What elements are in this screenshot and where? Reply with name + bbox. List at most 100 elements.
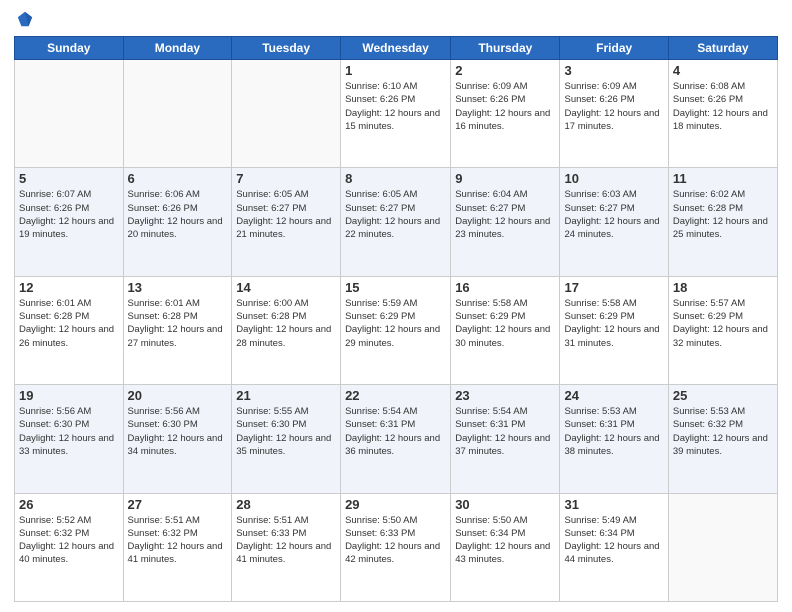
calendar-cell: 30Sunrise: 5:50 AM Sunset: 6:34 PM Dayli… (451, 493, 560, 601)
day-number: 31 (564, 497, 663, 512)
calendar-cell (15, 60, 124, 168)
day-info: Sunrise: 5:51 AM Sunset: 6:32 PM Dayligh… (128, 514, 228, 567)
calendar-cell (123, 60, 232, 168)
calendar-cell: 21 Sunrise: 5:55 AM Sunset: 6:30 PM Dayli… (232, 385, 341, 493)
day-info: Sunrise: 6:06 AM Sunset: 6:26 PM Dayligh… (128, 188, 228, 241)
day-number: 13 (128, 280, 228, 295)
weekday-header-row: SundayMondayTuesdayWednesdayThursdayFrid… (15, 37, 778, 60)
calendar-week-row: 19 Sunrise: 5:56 AM Sunset: 6:30 PM Dayli… (15, 385, 778, 493)
day-number: 25 (673, 388, 773, 403)
calendar-cell: 31 Sunrise: 5:49 AM Sunset: 6:34 PM Dayli… (560, 493, 668, 601)
calendar-cell: 18 Sunrise: 5:57 AM Sunset: 6:29 PM Dayli… (668, 276, 777, 384)
day-info: Sunrise: 5:55 AM Sunset: 6:30 PM Dayligh… (236, 405, 336, 458)
calendar-week-row: 12 Sunrise: 6:01 AM Sunset: 6:28 PM Dayli… (15, 276, 778, 384)
calendar-cell: 16 Sunrise: 5:58 AM Sunset: 6:29 PM Dayli… (451, 276, 560, 384)
calendar-cell: 29Sunrise: 5:50 AM Sunset: 6:33 PM Dayli… (341, 493, 451, 601)
calendar-cell: 6 Sunrise: 6:06 AM Sunset: 6:26 PM Daylig… (123, 168, 232, 276)
weekday-header: Saturday (668, 37, 777, 60)
calendar-cell: 19 Sunrise: 5:56 AM Sunset: 6:30 PM Dayli… (15, 385, 124, 493)
day-number: 11 (673, 171, 773, 186)
day-number: 16 (455, 280, 555, 295)
calendar-cell: 13 Sunrise: 6:01 AM Sunset: 6:28 PM Dayli… (123, 276, 232, 384)
day-info: Sunrise: 5:56 AM Sunset: 6:30 PM Dayligh… (19, 405, 119, 458)
day-info: Sunrise: 5:57 AM Sunset: 6:29 PM Dayligh… (673, 297, 773, 350)
calendar-cell (232, 60, 341, 168)
day-info: Sunrise: 6:05 AM Sunset: 6:27 PM Dayligh… (345, 188, 446, 241)
day-info: Sunrise: 6:01 AM Sunset: 6:28 PM Dayligh… (128, 297, 228, 350)
day-number: 20 (128, 388, 228, 403)
day-number: 28 (236, 497, 336, 512)
day-number: 7 (236, 171, 336, 186)
day-info: Sunrise: 5:56 AM Sunset: 6:30 PM Dayligh… (128, 405, 228, 458)
day-number: 9 (455, 171, 555, 186)
weekday-header: Sunday (15, 37, 124, 60)
calendar-cell: 2Sunrise: 6:09 AM Sunset: 6:26 PM Daylig… (451, 60, 560, 168)
calendar-cell: 22 Sunrise: 5:54 AM Sunset: 6:31 PM Dayli… (341, 385, 451, 493)
weekday-header: Thursday (451, 37, 560, 60)
day-number: 6 (128, 171, 228, 186)
calendar-cell: 11 Sunrise: 6:02 AM Sunset: 6:28 PM Dayli… (668, 168, 777, 276)
calendar-cell: 1 Sunrise: 6:10 AM Sunset: 6:26 PM Daylig… (341, 60, 451, 168)
day-info: Sunrise: 6:05 AM Sunset: 6:27 PM Dayligh… (236, 188, 336, 241)
header (14, 10, 778, 28)
calendar-cell: 3 Sunrise: 6:09 AM Sunset: 6:26 PM Daylig… (560, 60, 668, 168)
logo (14, 10, 38, 28)
calendar-cell: 24Sunrise: 5:53 AM Sunset: 6:31 PM Dayli… (560, 385, 668, 493)
calendar-cell: 20 Sunrise: 5:56 AM Sunset: 6:30 PM Dayli… (123, 385, 232, 493)
day-number: 12 (19, 280, 119, 295)
calendar-cell: 15 Sunrise: 5:59 AM Sunset: 6:29 PM Dayli… (341, 276, 451, 384)
day-info: Sunrise: 5:50 AM Sunset: 6:33 PM Dayligh… (345, 514, 446, 567)
day-info: Sunrise: 6:07 AM Sunset: 6:26 PM Dayligh… (19, 188, 119, 241)
day-info: Sunrise: 5:54 AM Sunset: 6:31 PM Dayligh… (455, 405, 555, 458)
day-info: Sunrise: 5:51 AM Sunset: 6:33 PM Dayligh… (236, 514, 336, 567)
calendar-week-row: 1 Sunrise: 6:10 AM Sunset: 6:26 PM Daylig… (15, 60, 778, 168)
calendar-cell (668, 493, 777, 601)
calendar-cell: 8 Sunrise: 6:05 AM Sunset: 6:27 PM Daylig… (341, 168, 451, 276)
day-info: Sunrise: 5:59 AM Sunset: 6:29 PM Dayligh… (345, 297, 446, 350)
weekday-header: Monday (123, 37, 232, 60)
calendar-cell: 9Sunrise: 6:04 AM Sunset: 6:27 PM Daylig… (451, 168, 560, 276)
day-info: Sunrise: 5:52 AM Sunset: 6:32 PM Dayligh… (19, 514, 119, 567)
day-number: 18 (673, 280, 773, 295)
calendar-cell: 5 Sunrise: 6:07 AM Sunset: 6:26 PM Daylig… (15, 168, 124, 276)
calendar-cell: 4Sunrise: 6:08 AM Sunset: 6:26 PM Daylig… (668, 60, 777, 168)
calendar-cell: 27 Sunrise: 5:51 AM Sunset: 6:32 PM Dayli… (123, 493, 232, 601)
day-info: Sunrise: 5:49 AM Sunset: 6:34 PM Dayligh… (564, 514, 663, 567)
calendar-cell: 17 Sunrise: 5:58 AM Sunset: 6:29 PM Dayli… (560, 276, 668, 384)
weekday-header: Friday (560, 37, 668, 60)
day-info: Sunrise: 5:54 AM Sunset: 6:31 PM Dayligh… (345, 405, 446, 458)
calendar-table: SundayMondayTuesdayWednesdayThursdayFrid… (14, 36, 778, 602)
day-number: 14 (236, 280, 336, 295)
day-number: 19 (19, 388, 119, 403)
day-number: 1 (345, 63, 446, 78)
day-info: Sunrise: 5:53 AM Sunset: 6:32 PM Dayligh… (673, 405, 773, 458)
calendar-cell: 25 Sunrise: 5:53 AM Sunset: 6:32 PM Dayli… (668, 385, 777, 493)
day-number: 17 (564, 280, 663, 295)
calendar-week-row: 26 Sunrise: 5:52 AM Sunset: 6:32 PM Dayli… (15, 493, 778, 601)
day-number: 4 (673, 63, 773, 78)
page: SundayMondayTuesdayWednesdayThursdayFrid… (0, 0, 792, 612)
day-number: 26 (19, 497, 119, 512)
day-number: 22 (345, 388, 446, 403)
day-number: 5 (19, 171, 119, 186)
calendar-cell: 26 Sunrise: 5:52 AM Sunset: 6:32 PM Dayli… (15, 493, 124, 601)
day-info: Sunrise: 6:10 AM Sunset: 6:26 PM Dayligh… (345, 80, 446, 133)
day-info: Sunrise: 5:58 AM Sunset: 6:29 PM Dayligh… (564, 297, 663, 350)
weekday-header: Tuesday (232, 37, 341, 60)
calendar-week-row: 5 Sunrise: 6:07 AM Sunset: 6:26 PM Daylig… (15, 168, 778, 276)
weekday-header: Wednesday (341, 37, 451, 60)
calendar-cell: 12 Sunrise: 6:01 AM Sunset: 6:28 PM Dayli… (15, 276, 124, 384)
day-info: Sunrise: 5:58 AM Sunset: 6:29 PM Dayligh… (455, 297, 555, 350)
day-info: Sunrise: 6:09 AM Sunset: 6:26 PM Dayligh… (564, 80, 663, 133)
day-number: 15 (345, 280, 446, 295)
day-number: 3 (564, 63, 663, 78)
day-info: Sunrise: 6:01 AM Sunset: 6:28 PM Dayligh… (19, 297, 119, 350)
day-number: 10 (564, 171, 663, 186)
calendar-cell: 23Sunrise: 5:54 AM Sunset: 6:31 PM Dayli… (451, 385, 560, 493)
day-number: 21 (236, 388, 336, 403)
day-number: 30 (455, 497, 555, 512)
logo-icon (16, 10, 34, 28)
day-number: 8 (345, 171, 446, 186)
day-number: 27 (128, 497, 228, 512)
day-info: Sunrise: 6:02 AM Sunset: 6:28 PM Dayligh… (673, 188, 773, 241)
